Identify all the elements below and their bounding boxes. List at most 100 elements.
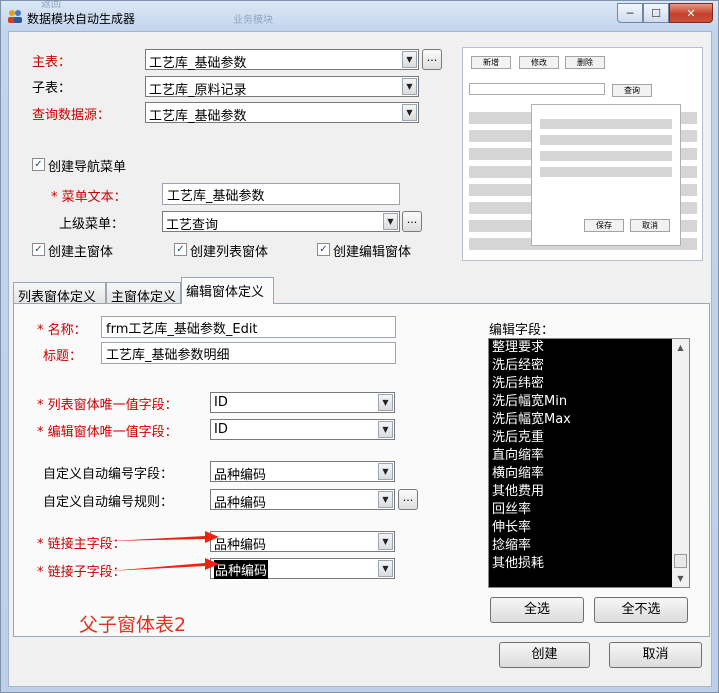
child-table-label: 子表： (32, 81, 72, 96)
close-button[interactable]: ✕ (669, 3, 713, 23)
chevron-down-icon[interactable]: ▼ (383, 213, 398, 230)
select-all-button[interactable]: 全选 (490, 597, 584, 623)
name-input[interactable] (102, 317, 395, 337)
preview-field-bar (540, 135, 672, 145)
auto-code-field-value: 品种编码 (214, 468, 267, 483)
link-master-field-combo[interactable]: 品种编码 ▼ (210, 531, 395, 553)
preview-cancel-button: 取消 (630, 219, 670, 232)
cancel-button[interactable]: 取消 (609, 642, 702, 668)
chevron-down-icon[interactable]: ▼ (402, 104, 417, 121)
minimize-icon: ─ (626, 6, 634, 20)
auto-code-field-combo[interactable]: 品种编码 ▼ (210, 461, 395, 483)
tab-main-form[interactable]: 主窗体定义 (106, 282, 181, 305)
scroll-thumb[interactable] (674, 554, 687, 568)
name-field[interactable] (101, 316, 396, 338)
annotation-text: 父子窗体表2 (79, 614, 187, 636)
preview-delete-button: 删除 (565, 56, 605, 69)
parent-menu-combo[interactable]: 工艺查询 ▼ (162, 211, 400, 233)
list-item[interactable]: 洗后纬密 (489, 375, 689, 393)
master-table-browse-button[interactable]: ... (422, 49, 442, 70)
close-icon: ✕ (686, 6, 696, 20)
select-none-button[interactable]: 全不选 (594, 597, 688, 623)
preview-search-box (469, 83, 605, 95)
link-child-field-combo[interactable]: 品种编码 ▼ (210, 558, 395, 579)
auto-code-field-label: 自定义自动编号字段： (43, 467, 174, 482)
list-item[interactable]: 横向缩率 (489, 465, 689, 483)
window-title: 数据模块自动生成器 (27, 12, 136, 26)
chevron-down-icon[interactable]: ▼ (402, 51, 417, 68)
minimize-button[interactable]: ─ (617, 3, 643, 23)
list-item[interactable]: 捻缩率 (489, 537, 689, 555)
query-source-combo[interactable]: 工艺库_基础参数 ▼ (145, 102, 419, 124)
query-source-value: 工艺库_基础参数 (149, 109, 247, 124)
chevron-down-icon[interactable]: ▼ (378, 463, 393, 480)
title-field[interactable] (101, 342, 396, 364)
annotation-arrows (109, 531, 219, 571)
dialog-client-area: 主表： 工艺库_基础参数 ▼ ... 子表： 工艺库_原料记录 ▼ 查询数据源：… (8, 31, 712, 687)
chevron-down-icon[interactable]: ▼ (378, 560, 393, 577)
edit-unique-field-combo[interactable]: ID ▼ (210, 419, 395, 440)
list-item[interactable]: 回丝率 (489, 501, 689, 519)
auto-code-rule-label: 自定义自动编号规则： (43, 495, 174, 510)
parent-menu-browse-button[interactable]: ... (402, 211, 422, 232)
create-edit-checkbox[interactable]: ✓ (317, 243, 330, 256)
menu-text-field[interactable] (162, 183, 400, 205)
preview-save-button: 保存 (584, 219, 624, 232)
create-edit-label: 创建编辑窗体 (333, 245, 412, 260)
arrow-to-link-child (109, 558, 219, 571)
master-table-label: 主表： (32, 55, 72, 70)
preview-field-bar (540, 119, 672, 129)
list-item[interactable]: 伸长率 (489, 519, 689, 537)
preview-edit-dialog: 保存 取消 (531, 104, 681, 246)
list-item[interactable]: 洗后幅宽Max (489, 411, 689, 429)
users-icon (8, 10, 22, 23)
edit-fields-label: 编辑字段： (489, 323, 555, 338)
background-window-text: 业务模块 (233, 15, 273, 26)
auto-code-rule-browse-button[interactable]: ... (398, 489, 418, 510)
create-list-checkbox[interactable]: ✓ (174, 243, 187, 256)
title-bar[interactable]: 数据模块自动生成器 业务模块 返回 ─ ☐ ✕ (1, 0, 718, 31)
list-item[interactable]: 洗后克重 (489, 429, 689, 447)
edit-unique-field-value: ID (214, 422, 228, 437)
create-main-checkbox[interactable]: ✓ (32, 243, 45, 256)
list-item[interactable]: 其他费用 (489, 483, 689, 501)
menu-text-input[interactable] (163, 184, 399, 204)
list-item[interactable]: 洗后经密 (489, 357, 689, 375)
auto-code-rule-combo[interactable]: 品种编码 ▼ (210, 489, 395, 511)
scroll-down-icon[interactable]: ▼ (672, 570, 689, 587)
listbox-scrollbar[interactable]: ▲ ▼ (672, 339, 689, 587)
list-item[interactable]: 整理要求 (489, 339, 689, 357)
chevron-down-icon[interactable]: ▼ (378, 491, 393, 508)
main-window: 数据模块自动生成器 业务模块 返回 ─ ☐ ✕ 主表： 工艺库_基础参数 ▼ .… (0, 0, 719, 693)
create-button[interactable]: 创建 (499, 642, 590, 668)
list-unique-field-combo[interactable]: ID ▼ (210, 392, 395, 413)
maximize-button[interactable]: ☐ (643, 3, 669, 23)
preview-add-button: 新增 (471, 56, 511, 69)
background-window-text-2: 返回 (41, 0, 61, 10)
list-item[interactable]: 洗后幅宽Min (489, 393, 689, 411)
tab-edit-form[interactable]: 编辑窗体定义 (181, 277, 274, 304)
master-table-combo[interactable]: 工艺库_基础参数 ▼ (145, 49, 419, 71)
child-table-combo[interactable]: 工艺库_原料记录 ▼ (145, 76, 419, 98)
chevron-down-icon[interactable]: ▼ (378, 421, 393, 438)
create-main-label: 创建主窗体 (48, 245, 114, 260)
title-input[interactable] (102, 343, 395, 363)
list-item[interactable]: 直向缩率 (489, 447, 689, 465)
create-nav-label: 创建导航菜单 (48, 160, 127, 175)
chevron-down-icon[interactable]: ▼ (378, 394, 393, 411)
preview-field-bar (540, 151, 672, 161)
list-item[interactable]: 其他损耗 (489, 555, 689, 573)
scroll-up-icon[interactable]: ▲ (672, 339, 689, 356)
title-label: 标题： (43, 349, 83, 364)
list-unique-field-label: * 列表窗体唯一值字段： (37, 398, 178, 413)
edit-fields-listbox[interactable]: 整理要求 洗后经密 洗后纬密 洗后幅宽Min 洗后幅宽Max 洗后克重 直向缩率 横向缩率 其他… (488, 338, 690, 588)
arrow-to-link-master (109, 531, 219, 543)
preview-query-button: 查询 (612, 84, 652, 97)
name-label: * 名称： (37, 323, 87, 338)
tab-strip: 列表窗体定义 主窗体定义 编辑窗体定义 (9, 277, 713, 305)
chevron-down-icon[interactable]: ▼ (378, 533, 393, 550)
child-table-value: 工艺库_原料记录 (149, 83, 247, 98)
create-nav-checkbox[interactable]: ✓ (32, 158, 45, 171)
chevron-down-icon[interactable]: ▼ (402, 78, 417, 95)
tab-list-form[interactable]: 列表窗体定义 (13, 282, 106, 305)
